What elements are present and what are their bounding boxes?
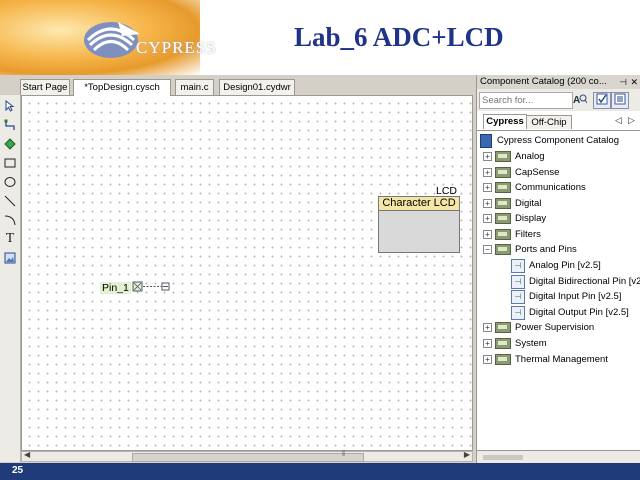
expand-icon[interactable]: + [483,168,492,177]
slide-header: CYPRESS Lab_6 ADC+LCD [0,0,640,75]
tab-start-page[interactable]: Start Page [20,79,70,95]
component-pin-icon: ⊣ [511,274,525,289]
slide-title: Lab_6 ADC+LCD [294,22,504,52]
svg-text:A: A [573,95,580,105]
tree-item-thermal-management[interactable]: + Thermal Management [483,352,608,367]
category-folder-icon [495,322,511,333]
tab-design-cydwr[interactable]: Design01.cydwr [219,79,295,95]
tree-item-capsense[interactable]: + CapSense [483,165,559,180]
component-icon[interactable] [2,136,18,152]
tab-main-c[interactable]: main.c [175,79,214,95]
tab-topdesign[interactable]: *TopDesign.cysch [73,79,171,96]
tab-scroll-right-icon[interactable]: ▷ [628,115,635,126]
category-folder-icon [495,338,511,349]
expand-icon[interactable]: + [483,199,492,208]
page-number: 25 [12,465,24,476]
schematic-canvas[interactable]: LCD Character LCD Pin_1 [21,95,473,451]
cypress-logo-text: CYPRESS [136,38,217,57]
ellipse-icon[interactable] [2,174,18,190]
arc-icon[interactable] [2,212,18,228]
catalog-title: Component Catalog (200 co... [480,76,607,87]
tree-item-power-supervision[interactable]: + Power Supervision [483,320,594,335]
filter-checked-icon[interactable] [593,92,611,109]
component-pin-icon: ⊣ [511,258,525,273]
rectangle-icon[interactable] [2,155,18,171]
category-folder-icon [495,244,511,255]
catalog-search-row: A [477,89,640,111]
category-folder-icon [495,167,511,178]
character-lcd-component[interactable]: Character LCD [378,196,460,253]
scroll-right-icon[interactable]: ▶ [464,450,470,459]
tree-item-digital[interactable]: + Digital [483,196,541,211]
collapse-icon[interactable]: − [483,245,492,254]
category-folder-icon [495,198,511,209]
category-folder-icon [495,151,511,162]
line-icon[interactable] [2,193,18,209]
catalog-search-input[interactable] [479,92,573,109]
expand-icon[interactable]: + [483,230,492,239]
expand-icon[interactable]: + [483,152,492,161]
category-folder-icon [495,182,511,193]
expand-icon[interactable]: + [483,214,492,223]
document-tabs: Start Page *TopDesign.cysch main.c Desig… [20,79,473,96]
expand-icon[interactable]: + [483,323,492,332]
tree-root[interactable]: Cypress Component Catalog [480,133,619,148]
close-icon[interactable]: ✕ [630,75,638,89]
image-icon[interactable] [2,250,18,266]
catalog-tree: Cypress Component Catalog + Analog + CapSe… [477,130,640,451]
tab-cypress[interactable]: Cypress [483,114,527,129]
cypress-logo-icon [84,22,140,58]
category-folder-icon [495,213,511,224]
tab-off-chip[interactable]: Off-Chip [526,115,572,129]
catalog-bottom-bar [477,450,640,464]
tree-item-analog[interactable]: + Analog [483,149,545,164]
select-arrow-icon[interactable] [2,98,18,114]
tree-item-ports-and-pins[interactable]: − Ports and Pins [483,242,577,257]
component-catalog-panel: Component Catalog (200 co... ⊣ ✕ A Cypre… [476,75,640,464]
tree-item-filters[interactable]: + Filters [483,227,541,242]
pin-label[interactable]: Pin_1 [100,282,131,294]
tree-item-digital-input-pin[interactable]: ⊣ Digital Input Pin [v2.5] [511,289,621,304]
tree-item-analog-pin[interactable]: ⊣ Analog Pin [v2.5] [511,258,601,273]
tree-item-digital-output-pin[interactable]: ⊣ Digital Output Pin [v2.5] [511,305,629,320]
tree-item-display[interactable]: + Display [483,211,546,226]
pin-panel-icon[interactable]: ⊣ [619,75,627,89]
slide-footer: 25 [0,463,640,480]
tree-item-communications[interactable]: + Communications [483,180,586,195]
catalog-bottom-indicator [483,455,523,460]
expand-icon[interactable]: + [483,183,492,192]
character-lcd-title: Character LCD [379,197,459,211]
category-folder-icon [495,354,511,365]
canvas-horizontal-scrollbar[interactable]: ◀ ⦀ ▶ [21,449,473,462]
filter-options-icon[interactable] [611,92,629,109]
category-folder-icon [495,229,511,240]
schematic-toolbox: T [0,95,21,462]
component-pin-icon: ⊣ [511,305,525,320]
scroll-left-icon[interactable]: ◀ [24,450,30,459]
component-pin-icon: ⊣ [511,289,525,304]
catalog-title-bar: Component Catalog (200 co... ⊣ ✕ [477,75,640,89]
scroll-grip-icon: ⦀ [342,449,346,458]
pin-component-icon[interactable] [132,280,172,294]
catalog-tabs: Cypress Off-Chip ◁ ▷ [477,113,640,129]
text-icon[interactable]: T [2,231,18,247]
wire-icon[interactable] [2,117,18,133]
tree-item-system[interactable]: + System [483,336,547,351]
scroll-thumb[interactable] [132,453,364,462]
find-icon[interactable]: A [571,92,589,109]
tab-scroll-left-icon[interactable]: ◁ [615,115,622,126]
catalog-book-icon [480,133,492,148]
expand-icon[interactable]: + [483,355,492,364]
psoc-creator-window: Start Page *TopDesign.cysch main.c Desig… [0,75,640,464]
expand-icon[interactable]: + [483,339,492,348]
tree-item-digital-bidirectional-pin[interactable]: ⊣ Digital Bidirectional Pin [v2.5 [511,274,640,289]
